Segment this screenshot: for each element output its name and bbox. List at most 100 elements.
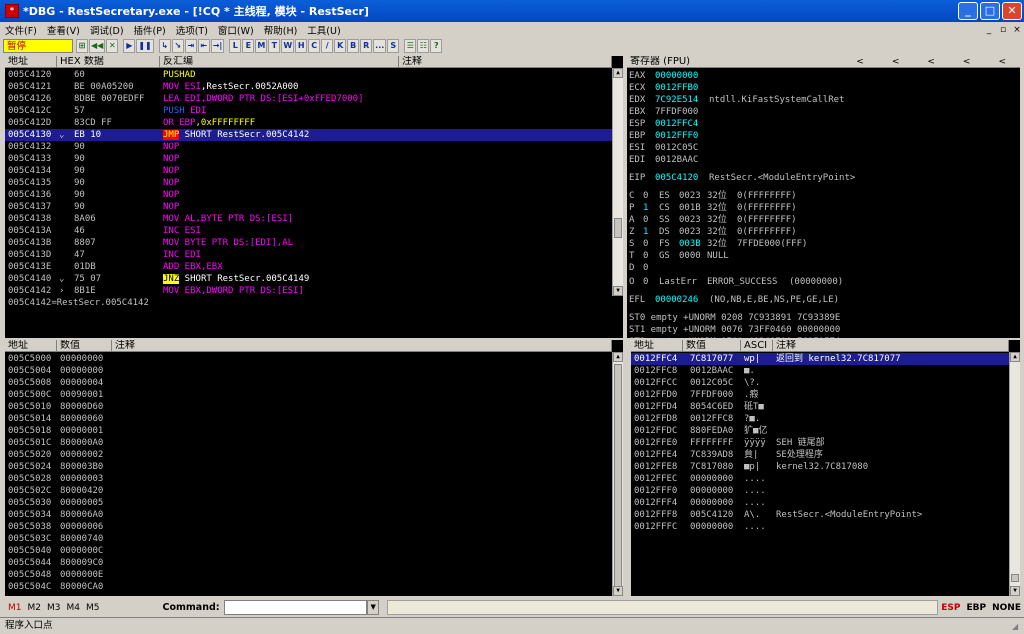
execute-till-return-icon[interactable]: →| (210, 39, 225, 53)
register-row-eip[interactable]: EIP 005C4120 RestSecr.<ModuleEntryPoint> (629, 172, 1019, 184)
disasm-row[interactable]: 005C4134 90 NOP (5, 165, 612, 177)
flag-row[interactable]: O 0 LastErr ERROR_SUCCESS (00000000) (629, 276, 1019, 288)
register-value[interactable]: 0012FFF0 (655, 130, 698, 142)
reg-nav-left-icon-1[interactable]: < (842, 56, 878, 67)
scroll-down-icon[interactable]: ▼ (613, 586, 623, 596)
cpu-window-button[interactable]: C (308, 39, 321, 53)
flag-row[interactable]: P 1 CS 001B 32位 0(FFFFFFFF) (629, 202, 1019, 214)
reg-nav-left-icon-3[interactable]: < (913, 56, 949, 67)
stack-row[interactable]: 0012FFE8 7C817080 ■p| kernel32.7C817080 (631, 461, 1009, 473)
menu-options[interactable]: 选项(T) (171, 23, 213, 37)
menu-help[interactable]: 帮助(H) (259, 23, 303, 37)
disasm-row[interactable]: 005C4133 90 NOP (5, 153, 612, 165)
disasm-row[interactable]: 005C413D 47 INC EDI (5, 249, 612, 261)
dump-row[interactable]: 005C5000 00000000 (5, 353, 612, 365)
flag-row[interactable]: A 0 SS 0023 32位 0(FFFFFFFF) (629, 214, 1019, 226)
col-comment[interactable]: 注释 (399, 56, 612, 67)
register-row-ebp[interactable]: EBP 0012FFF0 (629, 130, 1019, 142)
memory-tab-m3[interactable]: M3 (44, 603, 64, 613)
scroll-up-icon[interactable]: ▲ (1010, 352, 1020, 362)
flag-row[interactable]: D0 (629, 262, 1019, 274)
disasm-row[interactable]: 005C4140 ⌄ 75 07 JNZ SHORT RestSecr.005C414… (5, 273, 612, 285)
disasm-row[interactable]: 005C4120 60 PUSHAD (5, 69, 612, 81)
dump-row[interactable]: 005C5030 00000005 (5, 497, 612, 509)
trace-into-icon[interactable]: ⇥ (184, 39, 197, 53)
register-row-efl[interactable]: EFL 00000246 (NO,NB,E,BE,NS,PE,GE,LE) (629, 294, 1019, 306)
menu-plugins[interactable]: 插件(P) (129, 23, 171, 37)
dump-row[interactable]: 005C5028 00000003 (5, 473, 612, 485)
dump-row[interactable]: 005C5040 0000000C (5, 545, 612, 557)
disasm-row[interactable]: 005C4136 90 NOP (5, 189, 612, 201)
flag-value[interactable]: 0 (643, 262, 648, 274)
flag-row[interactable]: T 0 GS 0000 NULL (629, 250, 1019, 262)
minimize-button[interactable]: _ (958, 2, 978, 20)
handles-window-button[interactable]: H (295, 39, 308, 53)
scroll-down-icon[interactable]: ▼ (1010, 586, 1020, 596)
disasm-row[interactable]: 005C413A 46 INC ESI (5, 225, 612, 237)
dump-row[interactable]: 005C5048 0000000E (5, 569, 612, 581)
flag-value[interactable]: 1 (643, 226, 648, 238)
reg-nav-left-icon-2[interactable]: < (878, 56, 914, 67)
flag-value[interactable]: 0 (643, 190, 648, 202)
maximize-button[interactable]: □ (980, 2, 1000, 20)
register-value[interactable]: 00000000 (655, 70, 698, 82)
dump-col-value[interactable]: 数值 (57, 340, 112, 351)
flag-row[interactable]: C 0 ES 0023 32位 0(FFFFFFFF) (629, 190, 1019, 202)
stack-col-comment[interactable]: 注释 (773, 340, 1009, 351)
flag-row[interactable]: S 0 FS 003B 32位 7FFDE000(FFF) (629, 238, 1019, 250)
stack-row[interactable]: 0012FFF4 00000000.... (631, 497, 1009, 509)
dump-row[interactable]: 005C5024 800003B0 (5, 461, 612, 473)
threads-window-button[interactable]: T (268, 39, 281, 53)
dump-row[interactable]: 005C5020 00000002 (5, 449, 612, 461)
dump-row[interactable]: 005C501C 800000A0 (5, 437, 612, 449)
log-window-button[interactable]: L (229, 39, 242, 53)
title-bar[interactable]: * *DBG - RestSecretary.exe - [!CQ * 主线程,… (0, 0, 1024, 22)
references-window-button[interactable]: R (360, 39, 373, 53)
memory-tab-m2[interactable]: M2 (25, 603, 45, 613)
run-trace-window-button[interactable]: ... (373, 39, 387, 53)
register-row-ebx[interactable]: EBX 7FFDF000 (629, 106, 1019, 118)
step-into-icon[interactable]: ↳ (158, 39, 171, 53)
disasm-row[interactable]: 005C4132 90 NOP (5, 141, 612, 153)
mdi-close-button[interactable]: × (1010, 25, 1024, 35)
source-window-button[interactable]: S (387, 39, 400, 53)
dump-row[interactable]: 005C5014 80000060 (5, 413, 612, 425)
stack-row[interactable]: 0012FFD0 7FFDF000 .瘕 (631, 389, 1009, 401)
dump-row[interactable]: 005C504C 80000CA0 (5, 581, 612, 593)
flag-value[interactable]: 0 (643, 276, 648, 288)
dump-row[interactable]: 005C502C 80000420 (5, 485, 612, 497)
stack-row[interactable]: 0012FFE4 7C839AD8 貟| SE处理程序 (631, 449, 1009, 461)
step-over-icon[interactable]: ↘ (171, 39, 184, 53)
reg-nav-left-icon-4[interactable]: < (949, 56, 985, 67)
registers-pane[interactable]: 寄存器 (FPU) < < < < < EAX 00000000 ECX 0012FF… (627, 56, 1020, 338)
disasm-row[interactable]: 005C412D 83CD FF OR EBP,0xFFFFFFFF (5, 117, 612, 129)
register-row-ecx[interactable]: ECX 0012FFB0 (629, 82, 1019, 94)
dump-scrollbar[interactable]: ▲ ▼ (612, 352, 623, 596)
dump-col-address[interactable]: 地址 (5, 340, 57, 351)
disasm-row[interactable]: 005C4138 8A06 MOV AL,BYTE PTR DS:[ESI] (5, 213, 612, 225)
mdi-restore-button[interactable]: ▫ (996, 25, 1010, 35)
trace-over-icon[interactable]: ⇤ (197, 39, 210, 53)
menu-view[interactable]: 查看(V) (42, 23, 85, 37)
scroll-thumb[interactable] (1011, 574, 1019, 582)
restart-icon[interactable]: ◀◀ (89, 39, 106, 53)
col-disassembly[interactable]: 反汇编 (160, 56, 399, 67)
scroll-up-icon[interactable]: ▲ (613, 352, 623, 362)
register-value[interactable]: 0012BAAC (655, 154, 698, 166)
scroll-thumb[interactable] (614, 218, 622, 238)
dump-row[interactable]: 005C5038 00000006 (5, 521, 612, 533)
stack-row[interactable]: 0012FFDC 880FEDA0 犷■亿 (631, 425, 1009, 437)
flag-value[interactable]: 0 (643, 238, 648, 250)
register-row-edx[interactable]: EDX 7C92E514 ntdll.KiFastSystemCallRet (629, 94, 1019, 106)
run-icon[interactable]: ▶ (123, 39, 136, 53)
callstack-window-button[interactable]: K (334, 39, 347, 53)
stack-row[interactable]: 0012FFEC 00000000.... (631, 473, 1009, 485)
esp-toggle[interactable]: ESP (938, 603, 963, 613)
disasm-row[interactable]: 005C413E 01DB ADD EBX,EBX (5, 261, 612, 273)
mdi-minimize-button[interactable]: _ (982, 25, 996, 35)
menu-window[interactable]: 窗口(W) (213, 23, 259, 37)
memory-tab-m1[interactable]: M1 (5, 603, 25, 613)
dump-col-comment[interactable]: 注释 (112, 340, 612, 351)
ebp-toggle[interactable]: EBP (964, 603, 990, 613)
stack-row[interactable]: 0012FFC8 0012BAAC ■. (631, 365, 1009, 377)
